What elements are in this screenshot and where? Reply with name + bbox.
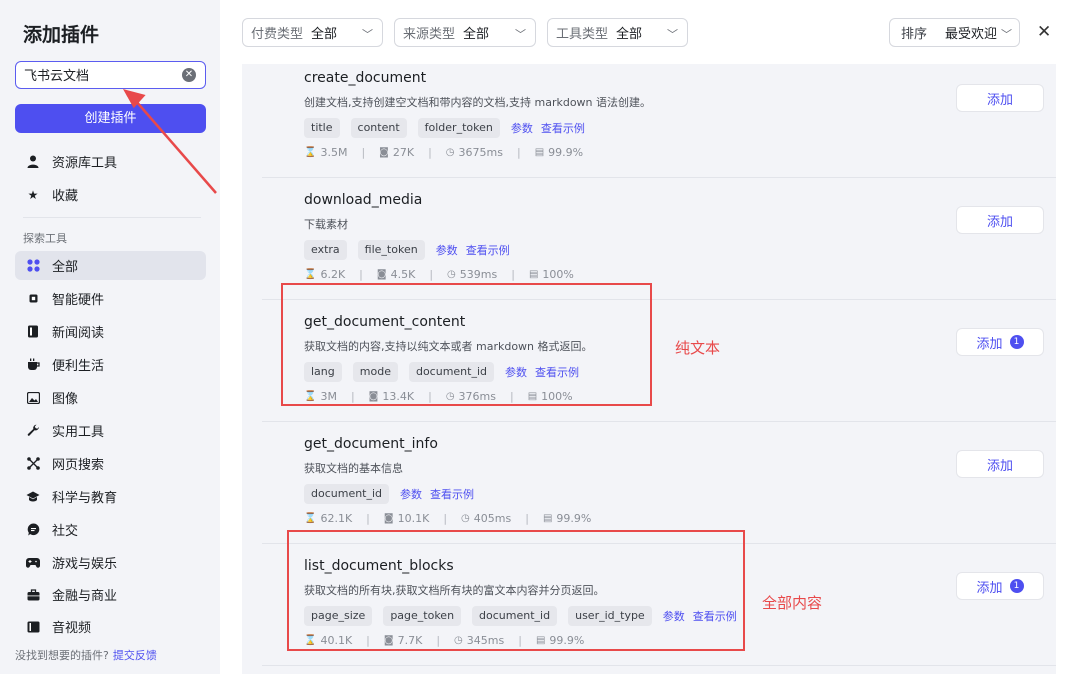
annotation-arrow [122, 89, 217, 194]
